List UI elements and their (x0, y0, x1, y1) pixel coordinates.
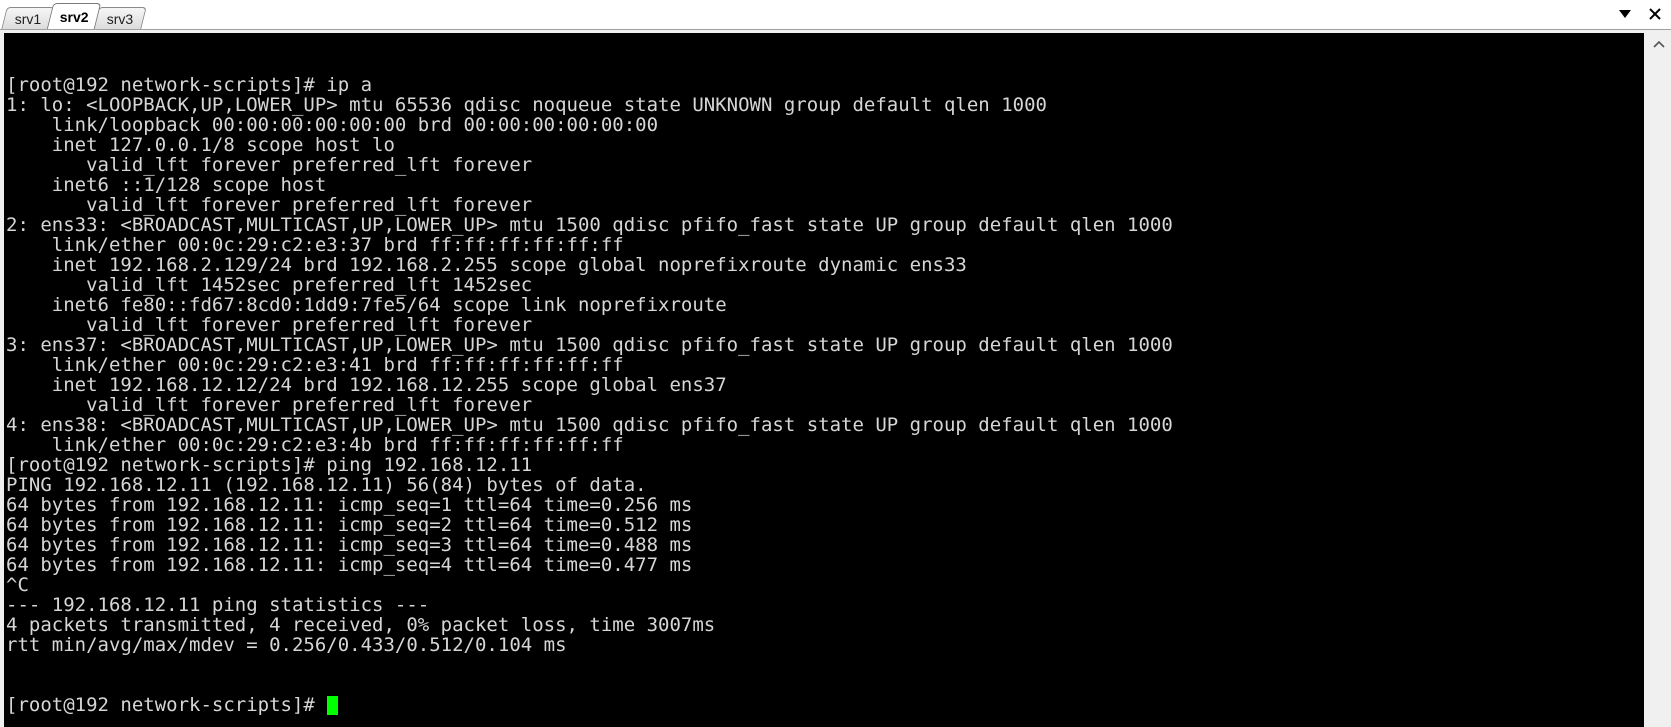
tab-srv2[interactable]: srv2 (46, 3, 102, 29)
terminal-line: [root@192 network-scripts]# ping 192.168… (6, 454, 533, 476)
terminal-cursor (327, 695, 339, 715)
terminal-line: ^C (6, 574, 29, 596)
terminal-line: 2: ens33: <BROADCAST,MULTICAST,UP,LOWER_… (6, 214, 1173, 236)
tab-srv3[interactable]: srv3 (93, 7, 147, 29)
terminal-line: 64 bytes from 192.168.12.11: icmp_seq=2 … (6, 514, 693, 536)
terminal-line: inet6 ::1/128 scope host (6, 174, 327, 196)
terminal-line: 1: lo: <LOOPBACK,UP,LOWER_UP> mtu 65536 … (6, 94, 1047, 116)
terminal-line: valid_lft forever preferred_lft forever (6, 194, 533, 216)
terminal-line: rtt min/avg/max/mdev = 0.256/0.433/0.512… (6, 634, 567, 656)
terminal-line: valid_lft forever preferred_lft forever (6, 154, 533, 176)
terminal-line: inet 192.168.12.12/24 brd 192.168.12.255… (6, 374, 727, 396)
terminal-line: link/ether 00:0c:29:c2:e3:37 brd ff:ff:f… (6, 234, 624, 256)
close-tab-button[interactable] (1645, 4, 1665, 24)
tab-label: srv1 (14, 10, 42, 27)
terminal-line: valid_lft 1452sec preferred_lft 1452sec (6, 274, 533, 296)
terminal-prompt: [root@192 network-scripts]# (6, 694, 327, 716)
terminal-prompt-line: [root@192 network-scripts]# (6, 695, 1642, 715)
terminal-line: inet 192.168.2.129/24 brd 192.168.2.255 … (6, 254, 967, 276)
chevron-down-icon (1619, 10, 1631, 18)
terminal-line: valid_lft forever preferred_lft forever (6, 314, 533, 336)
terminal-line: link/ether 00:0c:29:c2:e3:41 brd ff:ff:f… (6, 354, 624, 376)
terminal-line: 64 bytes from 192.168.12.11: icmp_seq=3 … (6, 534, 693, 556)
close-icon (1649, 8, 1661, 20)
terminal-line: 3: ens37: <BROADCAST,MULTICAST,UP,LOWER_… (6, 334, 1173, 356)
terminal-output-area[interactable]: [root@192 network-scripts]# ip a 1: lo: <… (4, 33, 1644, 727)
session-tabs: srv1 srv2 srv3 (1, 3, 147, 29)
terminal-lines: [root@192 network-scripts]# ip a 1: lo: <… (6, 75, 1642, 655)
terminal-line: valid_lft forever preferred_lft forever (6, 394, 533, 416)
scroll-track[interactable] (1648, 57, 1669, 723)
terminal-line: inet 127.0.0.1/8 scope host lo (6, 134, 395, 156)
vertical-scrollbar[interactable] (1646, 33, 1671, 727)
terminal-line: link/ether 00:0c:29:c2:e3:4b brd ff:ff:f… (6, 434, 624, 456)
terminal-line: inet6 fe80::fd67:8cd0:1dd9:7fe5/64 scope… (6, 294, 727, 316)
terminal-line: 64 bytes from 192.168.12.11: icmp_seq=4 … (6, 554, 693, 576)
terminal-line: [root@192 network-scripts]# ip a (6, 74, 373, 96)
terminal-line: --- 192.168.12.11 ping statistics --- (6, 594, 430, 616)
terminal-line: 4: ens38: <BROADCAST,MULTICAST,UP,LOWER_… (6, 414, 1173, 436)
terminal-line: link/loopback 00:00:00:00:00:00 brd 00:0… (6, 114, 659, 136)
tab-controls (1615, 4, 1665, 24)
scroll-up-button[interactable] (1648, 35, 1669, 53)
tab-strip: srv1 srv2 srv3 (0, 0, 1671, 30)
terminal-line: 4 packets transmitted, 4 received, 0% pa… (6, 614, 716, 636)
terminal-line: 64 bytes from 192.168.12.11: icmp_seq=1 … (6, 494, 693, 516)
terminal-line: PING 192.168.12.11 (192.168.12.11) 56(84… (6, 474, 647, 496)
tab-label: srv2 (59, 8, 89, 25)
terminal-app-window: srv1 srv2 srv3 [root@192 network-scripts… (0, 0, 1671, 727)
tab-label: srv3 (106, 10, 134, 27)
tab-list-menu-button[interactable] (1615, 4, 1635, 24)
arrow-up-icon (1652, 40, 1665, 48)
terminal-text: [root@192 network-scripts]# ip a 1: lo: <… (4, 33, 1644, 727)
